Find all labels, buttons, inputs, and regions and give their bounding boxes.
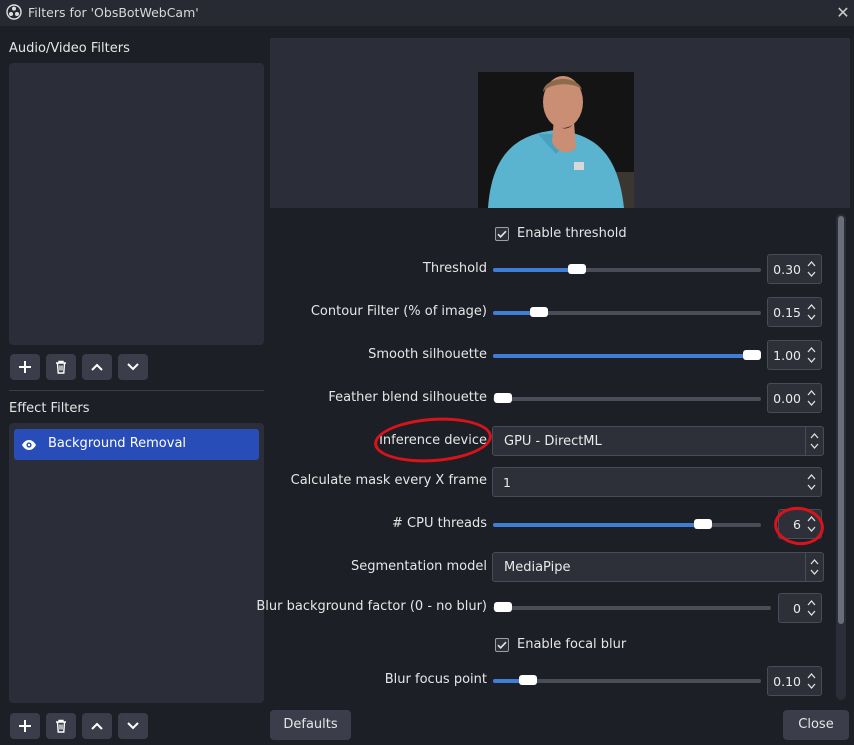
slider-handle[interactable] [568, 264, 586, 274]
blur-bg-spinbox[interactable]: 0 [778, 593, 822, 623]
calc-mask-label: Calculate mask every X frame [290, 473, 487, 488]
enable-threshold-checkbox[interactable] [495, 227, 509, 241]
webcam-preview-image [478, 72, 634, 208]
focus-point-label: Blur focus point [384, 672, 487, 687]
calc-mask-value: 1 [503, 475, 511, 490]
contour-slider[interactable] [493, 307, 761, 317]
check-icon [497, 641, 507, 649]
move-down-icon [127, 722, 139, 730]
cpu-threads-slider[interactable] [493, 519, 761, 529]
av-filters-list[interactable] [9, 63, 264, 345]
blur-bg-label: Blur background factor (0 - no blur) [256, 599, 487, 614]
updown-arrows-icon [810, 433, 819, 449]
contour-label: Contour Filter (% of image) [310, 304, 487, 319]
blur-bg-slider[interactable] [493, 602, 771, 612]
calc-mask-spinbox[interactable]: 1 [492, 467, 822, 497]
av-filters-label: Audio/Video Filters [9, 41, 130, 56]
av-remove-button[interactable] [46, 354, 76, 380]
move-up-icon [91, 722, 103, 730]
defaults-button[interactable]: Defaults [270, 710, 351, 740]
slider-handle[interactable] [694, 519, 712, 529]
move-down-icon [127, 363, 139, 371]
smooth-spinbox[interactable]: 1.00 [767, 340, 822, 370]
move-up-icon [91, 363, 103, 371]
check-icon [497, 230, 507, 238]
focus-point-slider[interactable] [493, 675, 761, 685]
smooth-slider[interactable] [493, 350, 761, 360]
focus-point-spinbox[interactable]: 0.10 [767, 666, 822, 696]
spin-arrows-icon[interactable] [806, 344, 817, 366]
slider-handle[interactable] [494, 602, 512, 612]
threshold-label: Threshold [422, 261, 487, 276]
effect-move-down-button[interactable] [118, 713, 148, 739]
inference-device-value: GPU - DirectML [504, 434, 602, 449]
feather-slider[interactable] [493, 393, 761, 403]
segmentation-value: MediaPipe [504, 560, 571, 575]
spin-arrows-icon[interactable] [806, 301, 817, 323]
updown-arrows-icon [810, 559, 819, 575]
slider-handle[interactable] [494, 393, 512, 403]
threshold-spinbox[interactable]: 0.30 [767, 254, 822, 284]
filter-name: Background Removal [48, 436, 187, 451]
spin-arrows-icon[interactable] [806, 258, 817, 280]
spin-arrows-icon[interactable] [806, 471, 817, 493]
feather-label: Feather blend silhouette [328, 390, 487, 405]
eye-icon[interactable] [21, 437, 37, 453]
close-icon[interactable]: ✕ [832, 2, 854, 24]
enable-threshold-label: Enable threshold [517, 226, 627, 241]
contour-spinbox[interactable]: 0.15 [767, 297, 822, 327]
close-button[interactable]: Close [783, 710, 849, 740]
effect-filters-list[interactable] [9, 423, 264, 703]
trash-icon [56, 719, 66, 733]
spin-arrows-icon[interactable] [806, 597, 817, 619]
divider [9, 390, 264, 391]
av-add-button[interactable] [10, 354, 40, 380]
spin-arrows-icon[interactable] [806, 387, 817, 409]
effect-remove-button[interactable] [46, 713, 76, 739]
enable-focal-blur-checkbox[interactable] [495, 638, 509, 652]
add-icon [19, 361, 31, 373]
inference-device-select[interactable]: GPU - DirectML [492, 426, 824, 456]
threshold-slider[interactable] [493, 264, 761, 274]
list-item[interactable]: Background Removal [14, 429, 259, 460]
contour-value: 0.15 [773, 305, 801, 320]
scrollbar-thumb[interactable] [838, 216, 844, 624]
effect-filters-label: Effect Filters [9, 401, 90, 416]
cpu-threads-label: # CPU threads [392, 516, 487, 531]
add-icon [19, 720, 31, 732]
obs-logo-icon [6, 4, 22, 20]
feather-value: 0.00 [773, 391, 801, 406]
slider-handle[interactable] [743, 350, 761, 360]
av-move-down-button[interactable] [118, 354, 148, 380]
segmentation-label: Segmentation model [351, 559, 487, 574]
effect-add-button[interactable] [10, 713, 40, 739]
slider-handle[interactable] [519, 675, 537, 685]
trash-icon [56, 360, 66, 374]
focus-point-value: 0.10 [773, 674, 801, 689]
blur-bg-value: 0 [793, 601, 801, 616]
smooth-label: Smooth silhouette [368, 347, 487, 362]
segmentation-select[interactable]: MediaPipe [492, 552, 824, 582]
effect-move-up-button[interactable] [82, 713, 112, 739]
enable-focal-blur-label: Enable focal blur [517, 637, 627, 652]
threshold-value: 0.30 [773, 262, 801, 277]
slider-handle[interactable] [530, 307, 548, 317]
smooth-value: 1.00 [773, 348, 801, 363]
feather-spinbox[interactable]: 0.00 [767, 383, 822, 413]
spin-arrows-icon[interactable] [806, 670, 817, 692]
av-move-up-button[interactable] [82, 354, 112, 380]
window-title: Filters for 'ObsBotWebCam' [28, 5, 199, 20]
